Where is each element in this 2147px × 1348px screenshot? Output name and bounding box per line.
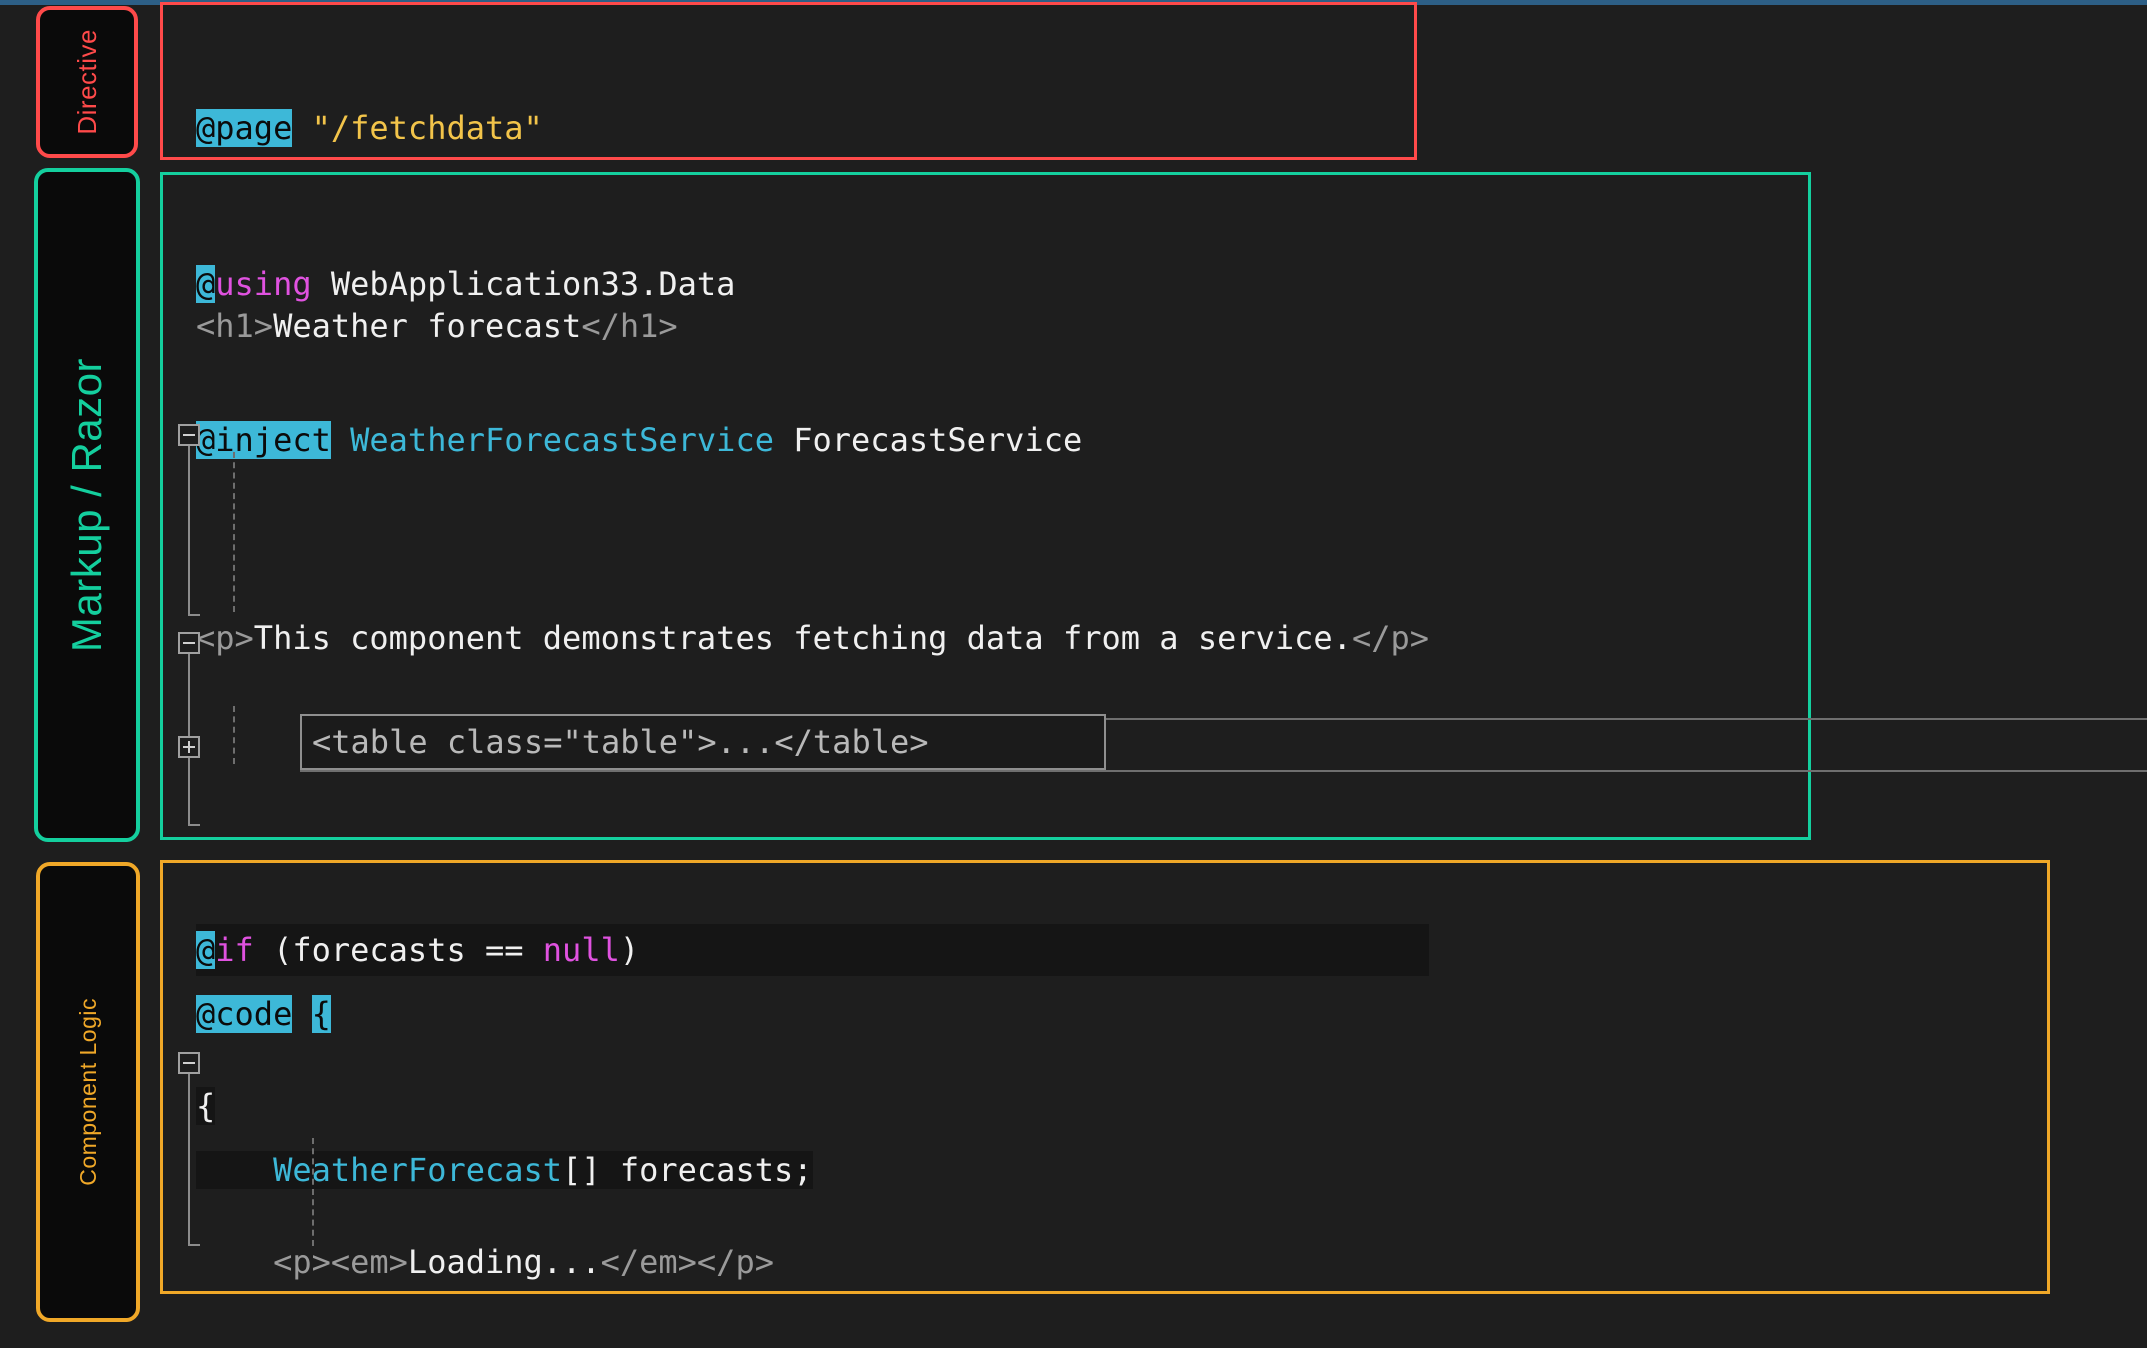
token-code-brace-open: {	[311, 995, 331, 1033]
code-line-page: @page "/fetchdata"	[196, 102, 1082, 154]
fold-marker-else[interactable]	[178, 632, 200, 654]
collapsed-region-table[interactable]: <table class="table">...</table>	[300, 714, 1106, 770]
razor-code-screenshot: Directive Markup / Razor Component Logic…	[0, 0, 2147, 1348]
code-line-h1: <h1>Weather forecast</h1>	[196, 300, 1429, 352]
token-page-route: "/fetchdata"	[311, 109, 543, 147]
token-h1-close: </h1>	[581, 307, 678, 345]
token-code-directive: @code	[196, 995, 293, 1033]
token-p-text: This component demonstrates fetching dat…	[253, 619, 1352, 657]
annotation-rail-logic: Component Logic	[36, 862, 140, 1322]
annotation-label-directive: Directive	[71, 29, 102, 135]
token-h1-open: <h1>	[196, 307, 274, 345]
fold-marker-if[interactable]	[178, 424, 200, 446]
code-line-p: <p>This component demonstrates fetching …	[196, 612, 1429, 664]
fold-guide-method	[188, 1074, 200, 1246]
collapsed-rule-bottom	[300, 770, 2147, 772]
code-line-blank-3	[196, 1300, 1602, 1348]
annotation-rail-markup: Markup / Razor	[34, 168, 140, 842]
indent-guide-method	[312, 1138, 314, 1246]
token-page-directive: @page	[196, 109, 293, 147]
token-p-close: </p>	[1351, 619, 1429, 657]
token-field-type: WeatherForecast	[273, 1151, 563, 1189]
annotation-label-logic: Component Logic	[74, 998, 101, 1186]
code-line-blank-2	[196, 768, 1429, 820]
code-line-field: WeatherForecast[] forecasts;	[196, 1144, 1602, 1196]
indent-guide-if	[233, 452, 235, 612]
token-field-rest: [] forecasts;	[562, 1151, 813, 1189]
fold-marker-table[interactable]	[178, 736, 200, 758]
fold-marker-method[interactable]	[178, 1052, 200, 1074]
code-line-blank-1	[196, 456, 1429, 508]
code-block-logic[interactable]: @code { WeatherForecast[] forecasts; pro…	[196, 884, 1602, 1348]
indent-guide-else	[233, 706, 235, 764]
token-h1-text: Weather forecast	[273, 307, 582, 345]
annotation-label-markup: Markup / Razor	[63, 357, 110, 653]
code-line-code-directive: @code {	[196, 988, 1602, 1040]
annotation-rail-directive: Directive	[36, 6, 138, 158]
fold-guide-if	[188, 446, 200, 616]
token-p-open: <p>	[196, 619, 254, 657]
